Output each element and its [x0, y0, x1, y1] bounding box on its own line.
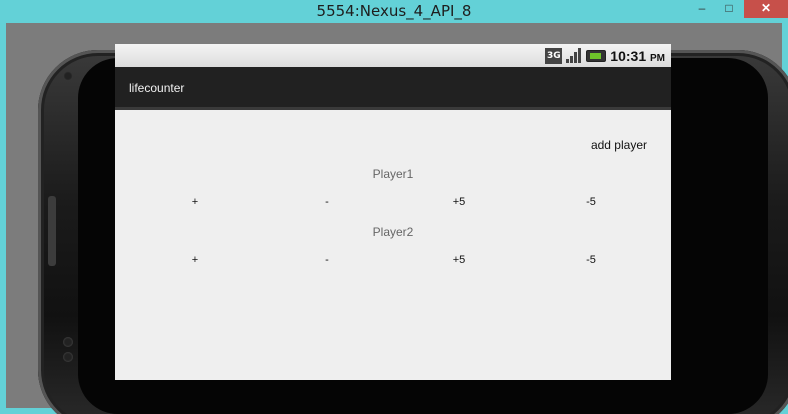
app-content: add player Player1 + - +5 -5 Player2 + -…	[115, 110, 671, 380]
player-name-label: Player2	[372, 225, 414, 239]
player1-button-row: + - +5 -5	[115, 196, 671, 212]
app-title: lifecounter	[129, 81, 185, 95]
window-titlebar: 5554:Nexus_4_API_8 – □ ✕	[0, 0, 788, 23]
phone-sensor-dot	[63, 337, 73, 347]
player2-plus-button[interactable]: +	[175, 254, 215, 266]
player1-plus5-button[interactable]: +5	[439, 196, 479, 208]
window-title: 5554:Nexus_4_API_8	[316, 2, 472, 20]
battery-icon	[586, 50, 607, 62]
3g-icon: 3G	[545, 48, 563, 64]
player2-minus-button[interactable]: -	[307, 254, 347, 266]
status-icons: 3G 10:31 PM	[545, 46, 665, 66]
player-name-label: Player1	[372, 167, 414, 181]
maximize-button[interactable]: □	[718, 0, 740, 18]
phone-sensor-dot-2	[63, 352, 73, 362]
player2-minus5-button[interactable]: -5	[571, 254, 611, 266]
minimize-button[interactable]: –	[690, 0, 714, 18]
player1-minus-button[interactable]: -	[307, 196, 347, 208]
status-time: 10:31	[610, 48, 647, 64]
phone-side-button[interactable]	[48, 196, 56, 266]
status-bar: 3G 10:31 PM	[115, 44, 671, 67]
status-clock: 10:31 PM	[610, 48, 665, 64]
action-bar: lifecounter	[115, 67, 671, 110]
phone-screen: 3G 10:31 PM lifecounter add player Playe…	[115, 44, 671, 380]
add-player-button[interactable]: add player	[591, 138, 647, 152]
signal-icon	[566, 48, 582, 64]
player1-minus5-button[interactable]: -5	[571, 196, 611, 208]
phone-camera-dot	[63, 71, 73, 81]
player2-button-row: + - +5 -5	[115, 254, 671, 270]
player2-plus5-button[interactable]: +5	[439, 254, 479, 266]
close-button[interactable]: ✕	[744, 0, 788, 18]
status-ampm: PM	[650, 53, 665, 64]
player1-plus-button[interactable]: +	[175, 196, 215, 208]
